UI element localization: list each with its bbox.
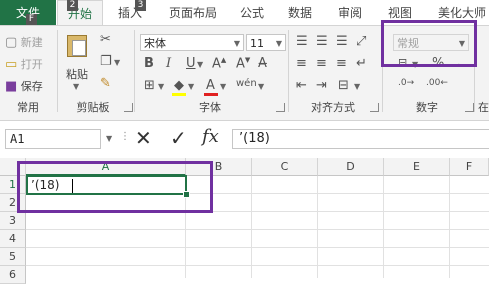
tab-home[interactable]: 开始 xyxy=(57,0,103,27)
group-label-font: 字体 xyxy=(199,101,221,114)
highlight-box-cell-a1 xyxy=(17,161,213,213)
new-file-icon: ▢ xyxy=(5,35,18,50)
formula-input[interactable]: ’(18) xyxy=(232,129,489,149)
formula-bar-grip-icon: ⋮ xyxy=(120,131,130,142)
font-color-dropdown-icon[interactable]: ▼ xyxy=(220,82,226,91)
keytip-home: 2 xyxy=(67,0,78,11)
strikethrough-icon[interactable]: A̶ xyxy=(258,56,267,71)
row-header[interactable]: 6 xyxy=(0,266,26,284)
group-label-partial: 在 xyxy=(478,101,489,114)
highlight-box-number-format xyxy=(381,20,477,67)
font-size-combo[interactable]: 11 ▼ xyxy=(246,34,286,51)
folder-icon: ▭ xyxy=(5,57,18,72)
align-bottom-icon[interactable]: ☰ xyxy=(336,34,348,49)
merge-dropdown-icon[interactable]: ▼ xyxy=(354,82,360,91)
column-header[interactable]: C xyxy=(252,158,318,176)
tab-formulas[interactable]: 公式 xyxy=(232,0,272,25)
group-label-clipboard: 剪贴板 xyxy=(76,101,110,114)
font-name-dropdown-icon[interactable]: ▼ xyxy=(234,35,240,52)
column-header[interactable]: E xyxy=(384,158,450,176)
increase-decimal-icon[interactable]: .0→ xyxy=(398,78,414,88)
font-shrink-icon[interactable]: A▼ xyxy=(236,56,250,71)
name-box-dropdown-icon[interactable]: ▼ xyxy=(106,134,112,143)
group-label-number: 数字 xyxy=(416,101,438,114)
save-disk-icon: ■ xyxy=(5,79,18,94)
keytip-insert: 3 xyxy=(135,0,146,11)
copy-dropdown-icon[interactable]: ▼ xyxy=(114,58,120,67)
formula-bar: A1 ▼ ⋮ ✕ ✓ fx ’(18) xyxy=(0,122,489,154)
borders-dropdown-icon[interactable]: ▼ xyxy=(158,82,164,91)
increase-indent-icon[interactable]: ⇥ xyxy=(316,78,327,93)
paste-dropdown-icon[interactable]: ▼ xyxy=(73,82,79,91)
borders-icon[interactable]: ⊞ xyxy=(144,78,155,93)
font-size-dropdown-icon[interactable]: ▼ xyxy=(276,35,282,52)
phonetic-icon[interactable]: wén xyxy=(236,78,257,89)
underline-dropdown-icon[interactable]: ▼ xyxy=(197,60,203,69)
insert-function-button[interactable]: fx xyxy=(202,126,219,147)
cancel-button[interactable]: ✕ xyxy=(135,126,152,150)
name-box[interactable]: A1 xyxy=(5,129,101,149)
fill-color-icon[interactable]: ◆ xyxy=(174,78,184,93)
save-button[interactable]: ■ 保存 xyxy=(5,78,43,94)
bold-button[interactable]: B xyxy=(144,56,154,71)
orientation-icon[interactable]: ⤢ xyxy=(356,34,366,49)
align-middle-icon[interactable]: ☰ xyxy=(316,34,328,49)
font-name-combo[interactable]: 宋体 ▼ xyxy=(140,34,244,51)
alignment-launcher-icon[interactable] xyxy=(370,103,379,112)
align-right-icon[interactable]: ≡ xyxy=(336,56,347,71)
new-button[interactable]: ▢ 新建 xyxy=(5,34,43,50)
merge-center-icon[interactable]: ⊟ xyxy=(338,78,349,93)
column-header[interactable]: D xyxy=(318,158,384,176)
align-top-icon[interactable]: ☰ xyxy=(296,34,308,49)
underline-button[interactable]: U xyxy=(186,56,196,71)
decrease-decimal-icon[interactable]: .00← xyxy=(426,78,448,88)
group-label-common: 常用 xyxy=(17,101,39,114)
font-color-button[interactable]: A xyxy=(206,78,215,93)
ribbon-home: ▢ 新建 ▭ 打开 ■ 保存 常用 粘贴 ▼ ✂ ❐ ▼ ✎ 剪贴板 宋体 ▼ … xyxy=(0,20,489,121)
font-launcher-icon[interactable] xyxy=(276,103,285,112)
keytip-file: F xyxy=(26,14,37,25)
italic-button[interactable]: I xyxy=(166,56,171,71)
clipboard-launcher-icon[interactable] xyxy=(124,103,133,112)
open-button[interactable]: ▭ 打开 xyxy=(5,56,43,72)
row-header[interactable]: 3 xyxy=(0,212,26,230)
paste-clipboard-icon[interactable] xyxy=(64,32,90,58)
group-separator xyxy=(288,30,289,112)
fill-color-dropdown-icon[interactable]: ▼ xyxy=(188,82,194,91)
group-label-alignment: 对齐方式 xyxy=(311,101,355,114)
worksheet-grid: A B C D E F 1 2 3 4 5 6 ’(18) xyxy=(0,158,489,284)
font-grow-icon[interactable]: A▲ xyxy=(212,56,226,71)
tab-page-layout[interactable]: 页面布局 xyxy=(158,0,228,25)
format-painter-icon[interactable]: ✎ xyxy=(100,76,111,91)
wrap-text-icon[interactable]: ↵ xyxy=(356,56,367,71)
number-launcher-icon[interactable] xyxy=(465,103,474,112)
cut-icon[interactable]: ✂ xyxy=(100,32,111,47)
align-left-icon[interactable]: ≡ xyxy=(296,56,307,71)
tab-review[interactable]: 审阅 xyxy=(330,0,370,25)
tab-data[interactable]: 数据 xyxy=(278,0,322,25)
row-header[interactable]: 5 xyxy=(0,248,26,266)
decrease-indent-icon[interactable]: ⇤ xyxy=(296,78,307,93)
font-color-bar xyxy=(204,93,218,96)
align-center-icon[interactable]: ≡ xyxy=(316,56,327,71)
column-header[interactable]: F xyxy=(450,158,489,176)
fill-color-bar xyxy=(172,93,186,96)
copy-icon[interactable]: ❐ xyxy=(100,54,112,69)
paste-button[interactable]: 粘贴 xyxy=(66,66,88,82)
enter-button[interactable]: ✓ xyxy=(170,126,187,150)
phonetic-dropdown-icon[interactable]: ▼ xyxy=(258,82,264,91)
row-header[interactable]: 4 xyxy=(0,230,26,248)
